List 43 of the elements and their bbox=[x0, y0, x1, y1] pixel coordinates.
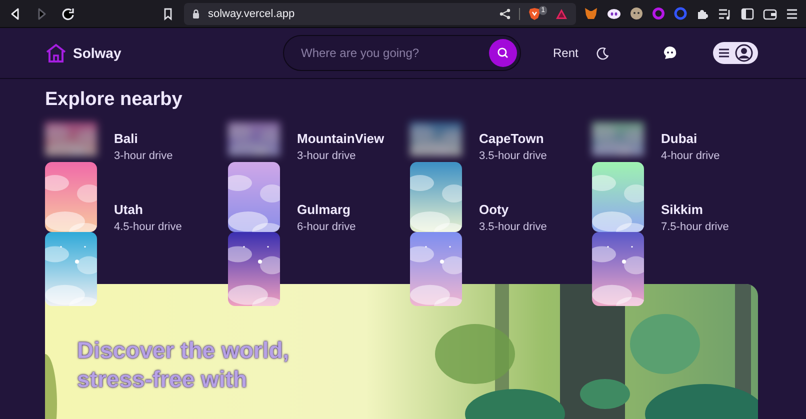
bookmark-icon[interactable] bbox=[162, 6, 174, 20]
drive-time: 3-hour drive bbox=[114, 149, 174, 164]
reload-icon[interactable] bbox=[60, 6, 76, 22]
sidebar-icon[interactable] bbox=[741, 8, 754, 20]
triangle-icon[interactable] bbox=[555, 8, 568, 20]
share-icon[interactable] bbox=[499, 8, 511, 20]
drive-time: 7.5-hour drive bbox=[661, 220, 729, 235]
circle-icon[interactable] bbox=[674, 7, 687, 20]
section-title: Explore nearby bbox=[45, 88, 182, 112]
drive-time: 4-hour drive bbox=[661, 149, 721, 164]
house-icon bbox=[45, 43, 67, 63]
drive-time: 3.5-hour drive bbox=[479, 149, 547, 164]
lock-icon bbox=[192, 8, 200, 18]
rent-link[interactable]: Rent bbox=[553, 46, 578, 60]
chat-bubble-icon[interactable] bbox=[662, 46, 678, 60]
place-name[interactable]: CapeTown bbox=[479, 131, 547, 147]
drive-time: 3.5-hour drive bbox=[479, 220, 547, 235]
playlist-icon[interactable] bbox=[718, 8, 732, 20]
drive-time: 6-hour drive bbox=[297, 220, 357, 235]
moon-icon[interactable] bbox=[596, 46, 610, 60]
hero-headline: Discover the world, stress-free with bbox=[77, 336, 290, 394]
place-name[interactable]: Gulmarg bbox=[297, 202, 384, 218]
place-name[interactable]: Dubai bbox=[661, 131, 729, 147]
profile-menu-button[interactable] bbox=[713, 42, 758, 64]
place-name[interactable]: Sikkim bbox=[661, 202, 729, 218]
place-name[interactable]: Utah bbox=[114, 202, 182, 218]
wallet-icon[interactable] bbox=[763, 8, 777, 20]
place-name[interactable]: MountainView bbox=[297, 131, 384, 147]
face-icon[interactable] bbox=[630, 7, 643, 20]
place-name[interactable]: Ooty bbox=[479, 202, 547, 218]
logo-text[interactable]: Solway bbox=[73, 45, 122, 61]
menu-icon[interactable] bbox=[786, 8, 798, 20]
drive-time: 3-hour drive bbox=[297, 149, 357, 164]
url-text: solway.vercel.app bbox=[208, 8, 295, 20]
lion-icon bbox=[528, 7, 541, 21]
user-icon bbox=[734, 44, 753, 62]
place-name[interactable]: Bali bbox=[114, 131, 182, 147]
drive-time: 4.5-hour drive bbox=[114, 220, 182, 235]
puzzle-icon[interactable] bbox=[696, 7, 709, 20]
ring-icon[interactable] bbox=[652, 7, 665, 20]
search-field[interactable]: Where are you going? bbox=[283, 35, 521, 71]
search-icon bbox=[497, 47, 509, 59]
menu-icon bbox=[718, 48, 730, 58]
